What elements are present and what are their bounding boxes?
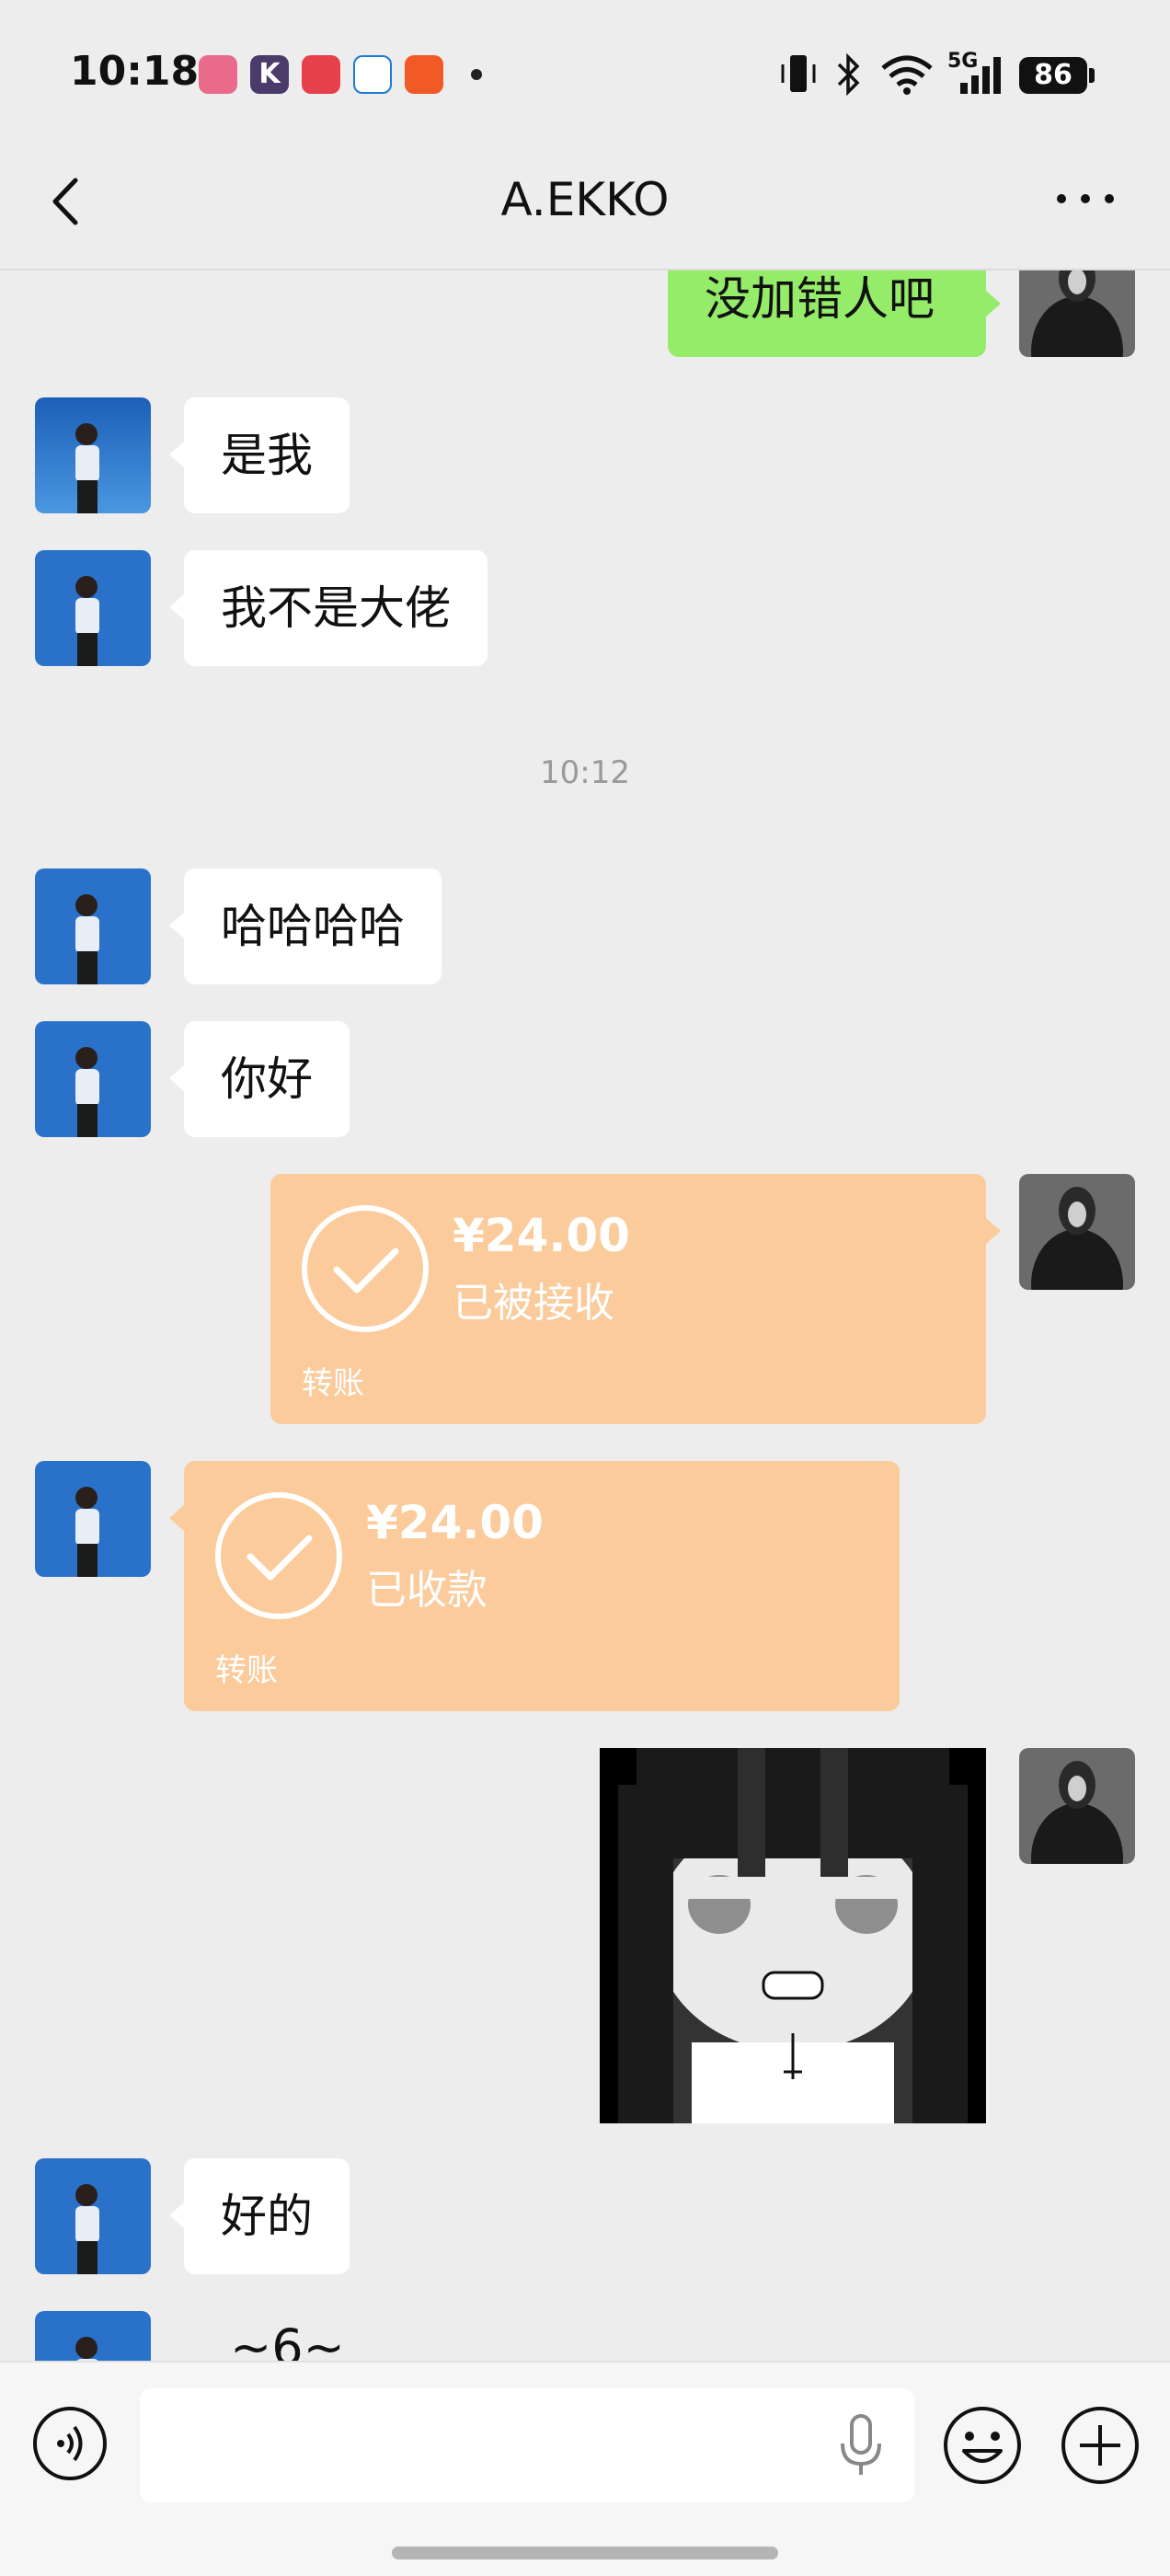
microphone-icon[interactable] [833, 2412, 889, 2478]
time-separator: 10:12 [540, 754, 630, 791]
transfer-amount: ¥24.00 [366, 1496, 544, 1549]
bubble-tail [169, 1065, 184, 1091]
bluetooth-icon [837, 52, 860, 97]
message-input[interactable] [140, 2388, 914, 2502]
app-icon-618 [302, 55, 340, 94]
my-avatar[interactable] [1019, 1748, 1135, 1864]
emoji-icon[interactable] [942, 2405, 1023, 2486]
transfer-label: 转账 [302, 1365, 364, 1402]
message-bubble-outgoing[interactable]: 没加错人吧 [668, 270, 986, 357]
transfer-status: 已被接收 [453, 1280, 614, 1327]
signal-icon [960, 57, 1001, 94]
contact-avatar[interactable] [35, 2311, 151, 2361]
transfer-card-outgoing[interactable]: ¥24.00 已被接收 转账 [270, 1174, 986, 1424]
contact-avatar[interactable] [35, 1461, 151, 1577]
bubble-tail [986, 1218, 1001, 1244]
bubble-tail [986, 291, 1001, 316]
message-text-partial[interactable]: ~6~ [230, 2318, 345, 2361]
app-icon-anime [199, 55, 237, 94]
home-indicator[interactable] [392, 2547, 778, 2559]
bubble-tail [169, 913, 184, 938]
transfer-amount: ¥24.00 [453, 1209, 630, 1262]
contact-avatar[interactable] [35, 2158, 151, 2274]
status-bar: 10:18 K 5G 86 [0, 0, 1170, 138]
status-time: 10:18 [70, 48, 200, 95]
contact-avatar[interactable] [35, 550, 151, 666]
battery-tip [1089, 68, 1095, 83]
plus-icon[interactable] [1060, 2405, 1141, 2486]
status-dot [471, 69, 482, 80]
more-dots-icon[interactable] [1049, 180, 1122, 217]
contact-avatar[interactable] [35, 397, 151, 513]
check-circle-icon [215, 1492, 342, 1619]
chat-title: A.EKKO [500, 173, 670, 226]
battery-level: 86 [1019, 57, 1087, 94]
bubble-tail [169, 442, 184, 467]
my-avatar[interactable] [1019, 270, 1135, 357]
transfer-label: 转账 [215, 1652, 278, 1689]
sticker-image[interactable] [600, 1748, 986, 2123]
message-bubble-incoming[interactable]: 你好 [184, 1021, 350, 1137]
chat-area[interactable]: 没加错人吧 是我 我不是大佬 10:12 哈哈哈哈 你好 ¥24.00 已被接收… [0, 270, 1170, 2361]
voice-icon[interactable] [31, 2405, 109, 2482]
transfer-card-incoming[interactable]: ¥24.00 已收款 转账 [184, 1461, 900, 1711]
app-icon-c [353, 55, 392, 94]
input-bar [0, 2361, 1170, 2576]
transfer-status: 已收款 [366, 1567, 488, 1614]
bubble-tail [169, 594, 184, 620]
message-bubble-incoming[interactable]: 我不是大佬 [184, 550, 488, 666]
bubble-tail [169, 1505, 184, 1531]
bubble-tail [169, 2202, 184, 2228]
wifi-icon [881, 55, 933, 95]
message-bubble-incoming[interactable]: 是我 [184, 397, 350, 513]
vibrate-icon [781, 55, 816, 92]
check-circle-icon [302, 1205, 429, 1332]
contact-avatar[interactable] [35, 868, 151, 984]
app-icon-taobao [405, 55, 443, 94]
message-bubble-incoming[interactable]: 哈哈哈哈 [184, 868, 442, 984]
contact-avatar[interactable] [35, 1021, 151, 1137]
app-icon-k: K [250, 55, 289, 94]
message-bubble-incoming[interactable]: 好的 [184, 2158, 350, 2274]
my-avatar[interactable] [1019, 1174, 1135, 1290]
chat-header: A.EKKO [0, 138, 1170, 270]
